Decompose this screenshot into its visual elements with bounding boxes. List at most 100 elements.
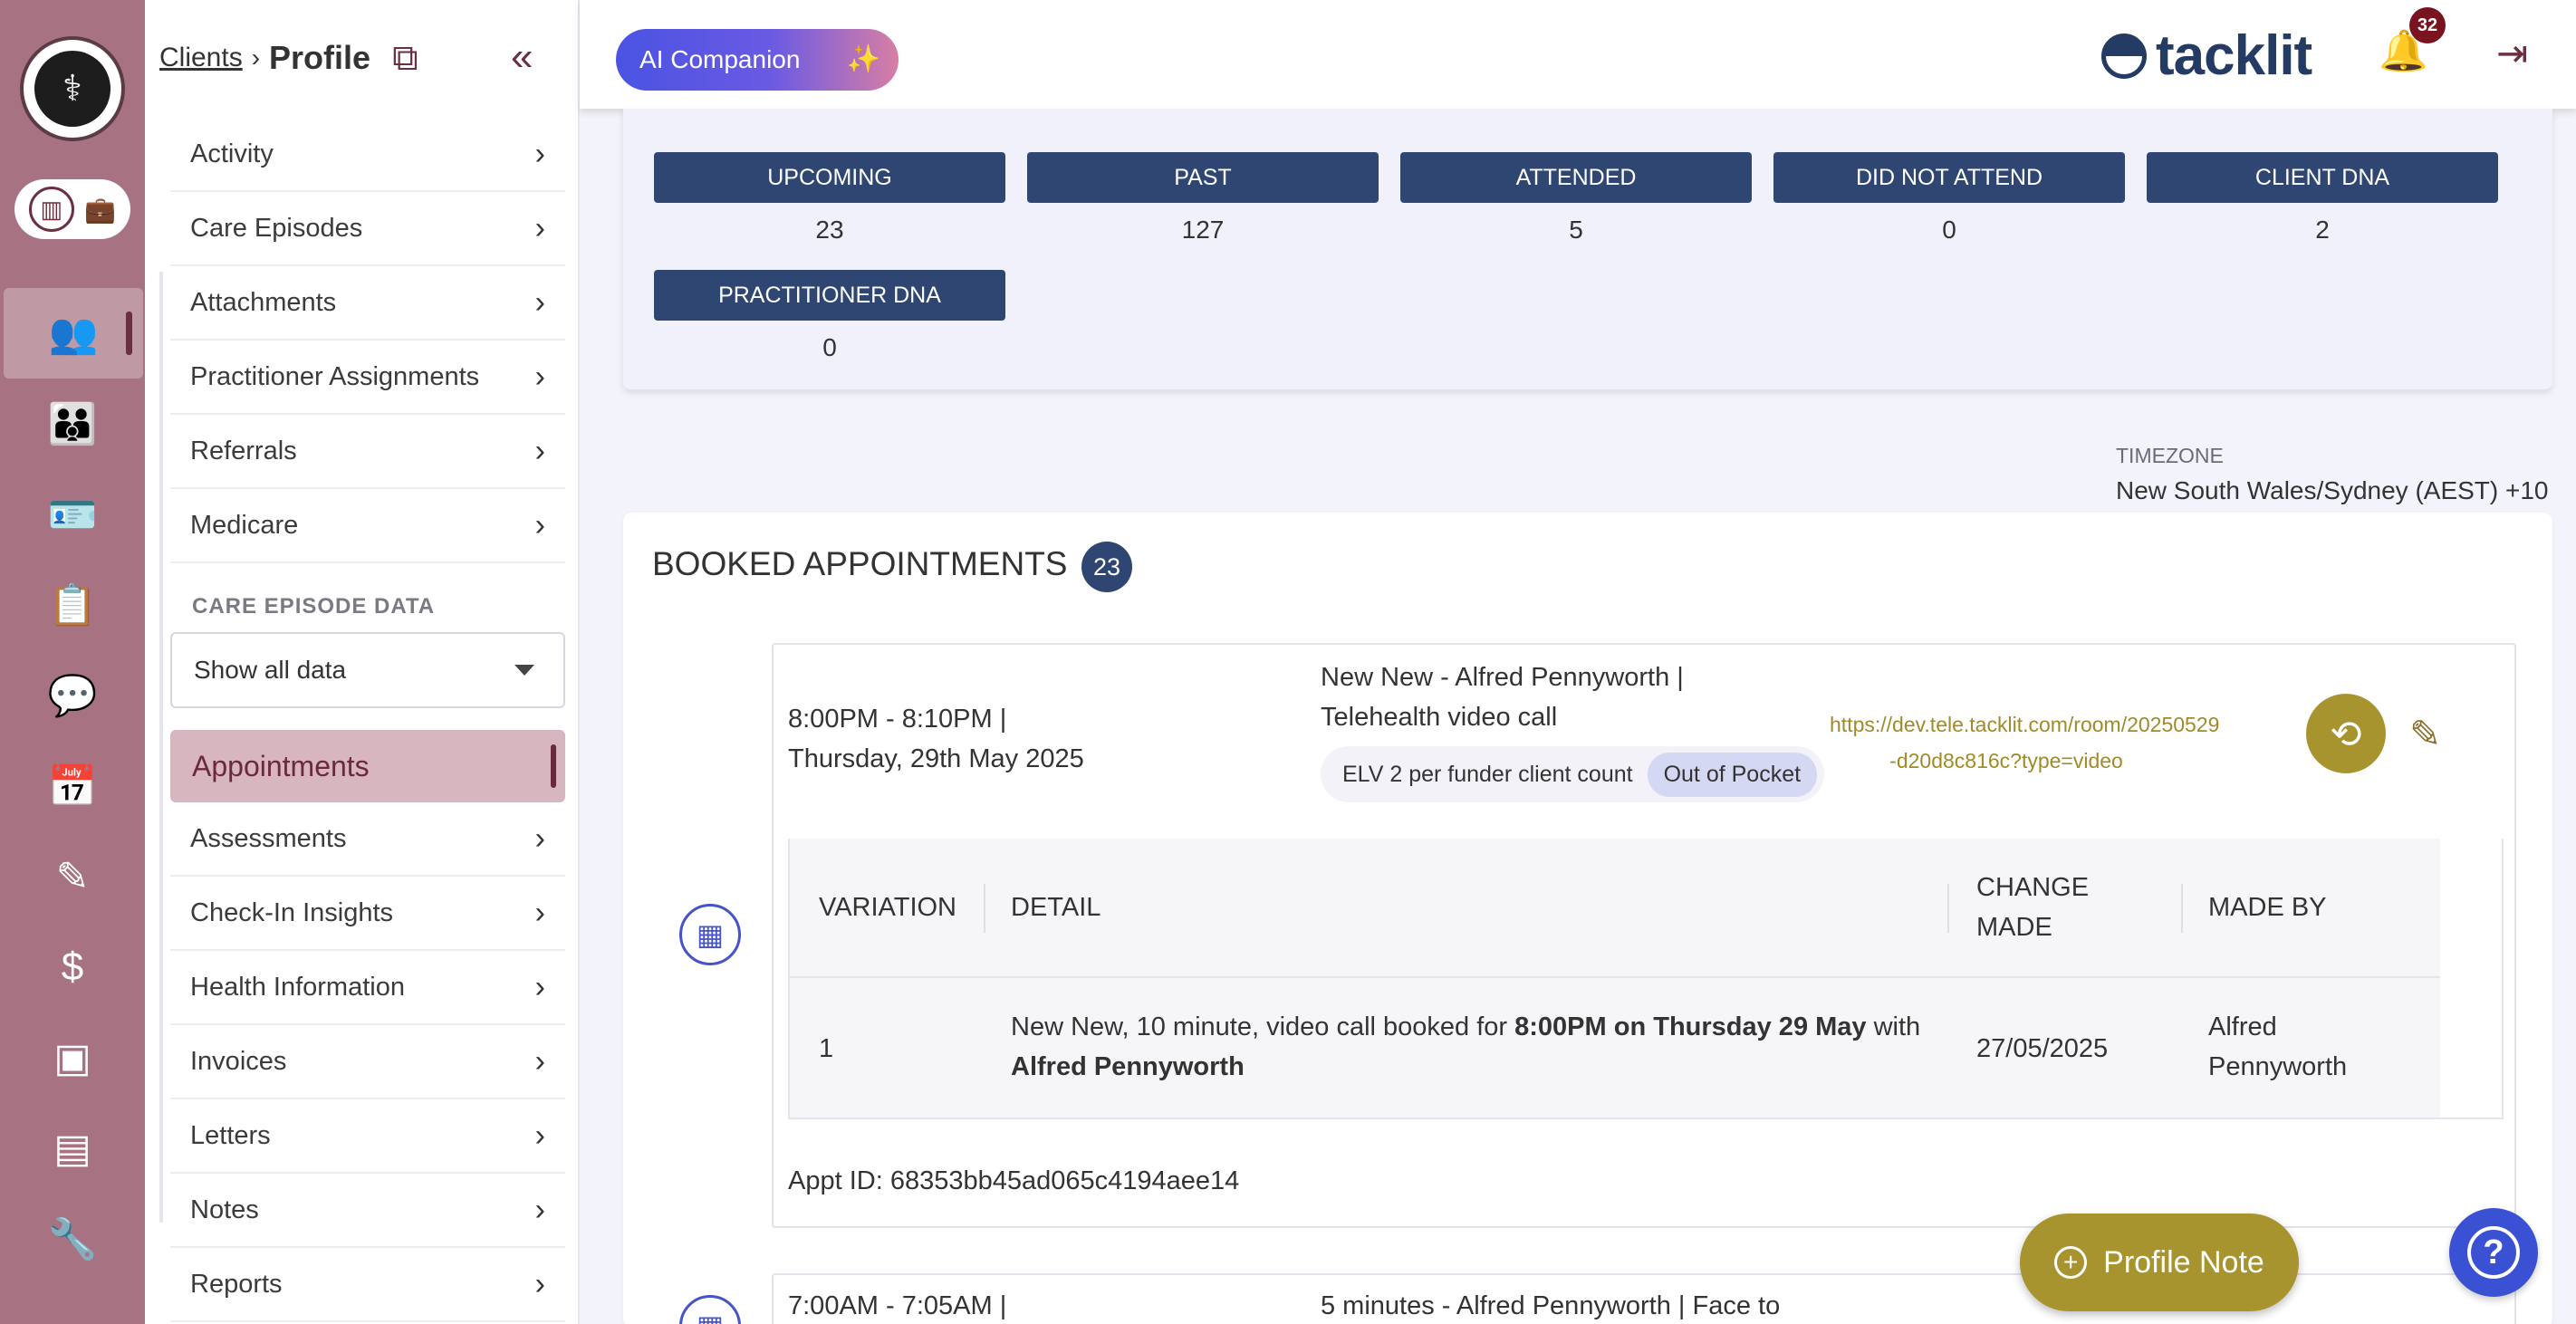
copy-icon[interactable]: ⧉ xyxy=(392,38,418,79)
chevron-right-icon: › xyxy=(534,284,545,320)
stat-client-dna: CLIENT DNA 2 xyxy=(2147,152,2498,245)
menu-item-activity[interactable]: Activity › xyxy=(170,118,565,192)
variation-table-header: VARIATION DETAIL CHANGE MADE MADE BY xyxy=(790,839,2440,978)
menu-item-assessments[interactable]: Assessments › xyxy=(170,802,565,877)
plus-circle-icon: + xyxy=(2054,1246,2088,1279)
contact-card-icon[interactable]: ▣ xyxy=(0,1012,145,1103)
wrench-icon[interactable]: 🔧 xyxy=(0,1194,145,1284)
menu-item-label: Health Information xyxy=(190,972,405,1002)
appointment-card: 8:00PM - 8:10PM | Thursday, 29th May 202… xyxy=(772,643,2516,1228)
header-made-by: MADE BY xyxy=(2208,893,2327,922)
care-episode-select[interactable]: Show all data xyxy=(170,632,565,708)
appointment-date: Thursday, 29th May 2025 xyxy=(788,744,1084,773)
menu-item-health-information[interactable]: Health Information › xyxy=(170,951,565,1025)
menu-item-care-episodes[interactable]: Care Episodes › xyxy=(170,192,565,266)
appointment-title-line2: Telehealth video call xyxy=(1321,703,1558,732)
column-divider xyxy=(1947,884,1949,933)
history-icon: ⟲ xyxy=(2330,712,2362,755)
stat-value: 23 xyxy=(815,216,844,244)
timezone-label: TIMEZONE xyxy=(2116,444,2224,467)
breadcrumb-clients-link[interactable]: Clients xyxy=(159,43,243,73)
menu-item-label: Assessments xyxy=(190,823,347,853)
variation-table: VARIATION DETAIL CHANGE MADE MADE BY 1 N… xyxy=(788,839,2504,1119)
menu-item-label: Invoices xyxy=(190,1046,287,1076)
appointment-tags: ELV 2 per funder client count Out of Poc… xyxy=(1321,746,1825,802)
row-made-by: Alfred Pennyworth xyxy=(2208,1007,2347,1087)
users-icon[interactable]: 👥 xyxy=(4,288,143,379)
calendar-icon[interactable]: 📅 xyxy=(0,741,145,831)
menu-item-label: Care Episodes xyxy=(190,213,363,243)
stat-label: UPCOMING xyxy=(654,152,1005,203)
appointment-id: Appt ID: 68353bb45ad065c4194aee14 xyxy=(788,1166,1240,1195)
menu-item-notes[interactable]: Notes › xyxy=(170,1174,565,1248)
row-variation: 1 xyxy=(819,1034,834,1063)
row-change-made: 27/05/2025 xyxy=(1976,1034,2109,1063)
stat-past: PAST 127 xyxy=(1027,152,1379,245)
menu-item-reports[interactable]: Reports › xyxy=(170,1248,565,1322)
chevron-right-icon: › xyxy=(534,1266,545,1301)
menu-item-label: Practitioner Assignments xyxy=(190,361,480,391)
stat-label: PAST xyxy=(1027,152,1379,203)
menu-item-label: Letters xyxy=(190,1120,271,1150)
appointment-time-range: 8:00PM - 8:10PM | xyxy=(788,705,1007,734)
briefcase-icon[interactable]: 💼 xyxy=(84,195,116,225)
telehealth-link-line1: https://dev.tele.tacklit.com/room/202505… xyxy=(1830,713,2220,736)
menu-item-label: Check-In Insights xyxy=(190,897,394,927)
detail-text: New New, 10 minute, video call booked fo… xyxy=(1011,1012,1515,1041)
edit-icon[interactable]: ✎ xyxy=(2409,712,2441,756)
appointment-title: New New - Alfred Pennyworth | Telehealth… xyxy=(1321,657,1684,737)
top-bar: AI Companion ✨ tacklit 🔔 32 ⇥ xyxy=(580,0,2576,109)
care-episode-label: CARE EPISODE DATA xyxy=(192,594,436,619)
menu-item-practitioner-assignments[interactable]: Practitioner Assignments › xyxy=(170,341,565,415)
ai-companion-label: AI Companion xyxy=(639,45,801,73)
menu-item-medicare[interactable]: Medicare › xyxy=(170,489,565,563)
stat-value: 127 xyxy=(1181,216,1225,244)
chat-icon[interactable]: 💬 xyxy=(0,650,145,741)
nurse-logo-icon: ⚕ xyxy=(34,51,111,127)
help-button[interactable]: ? xyxy=(2449,1208,2538,1297)
menu-item-check-in-insights[interactable]: Check-In Insights › xyxy=(170,877,565,951)
menu-item-letters[interactable]: Letters › xyxy=(170,1099,565,1174)
breadcrumb-separator: › xyxy=(251,43,261,72)
appointment-title-line1: New New - Alfred Pennyworth | xyxy=(1321,663,1684,692)
column-divider xyxy=(984,884,985,933)
menu-item-label: Attachments xyxy=(190,287,337,317)
made-by-first: Alfred xyxy=(2208,1012,2277,1041)
header-variation: VARIATION xyxy=(819,893,956,922)
menu-item-appointments[interactable]: Appointments xyxy=(170,730,565,802)
booked-appointments-section: BOOKED APPOINTMENTS 23 ▦ 8:00PM - 8:10PM… xyxy=(623,513,2552,1324)
column-divider xyxy=(2181,884,2183,933)
dollar-icon[interactable]: $ xyxy=(0,922,145,1012)
profile-note-button[interactable]: + Profile Note xyxy=(2020,1214,2299,1311)
made-by-last: Pennyworth xyxy=(2208,1052,2348,1081)
logout-icon[interactable]: ⇥ xyxy=(2496,31,2528,75)
telehealth-link[interactable]: https://dev.tele.tacklit.com/room/202505… xyxy=(1830,706,2220,779)
pen-icon[interactable]: ✎ xyxy=(0,831,145,922)
document-icon[interactable]: ▤ xyxy=(0,1103,145,1194)
ai-companion-button[interactable]: AI Companion ✨ xyxy=(616,29,899,91)
menu-item-invoices[interactable]: Invoices › xyxy=(170,1025,565,1099)
brand-mark-icon xyxy=(2101,33,2147,79)
menu-item-attachments[interactable]: Attachments › xyxy=(170,266,565,341)
workspace-toggle[interactable]: ▥ 💼 xyxy=(14,179,130,239)
history-button[interactable]: ⟲ xyxy=(2306,694,2386,773)
timezone-value: New South Wales/Sydney (AEST) +10 xyxy=(2116,476,2549,504)
app-logo[interactable]: ⚕ xyxy=(20,36,125,141)
chevron-right-icon: › xyxy=(534,210,545,245)
collapse-icon[interactable]: « xyxy=(511,34,533,80)
id-card-icon[interactable]: 🪪 xyxy=(0,469,145,560)
detail-datetime: 8:00PM on Thursday 29 May xyxy=(1514,1012,1867,1041)
divider xyxy=(159,272,163,1223)
stat-upcoming: UPCOMING 23 xyxy=(654,152,1005,245)
chevron-right-icon: › xyxy=(534,895,545,930)
profile-note-label: Profile Note xyxy=(2103,1244,2264,1280)
stat-label: CLIENT DNA xyxy=(2147,152,2498,203)
group-icon[interactable]: 👪 xyxy=(0,379,145,469)
building-icon[interactable]: ▥ xyxy=(28,187,74,232)
caret-down-icon xyxy=(514,665,534,676)
appointment-time-range: 7:00AM - 7:05AM | xyxy=(788,1291,1007,1320)
menu-item-referrals[interactable]: Referrals › xyxy=(170,415,565,489)
menu-item-label: Notes xyxy=(190,1194,259,1224)
chevron-right-icon: › xyxy=(534,433,545,468)
clipboard-icon[interactable]: 📋 xyxy=(0,560,145,650)
